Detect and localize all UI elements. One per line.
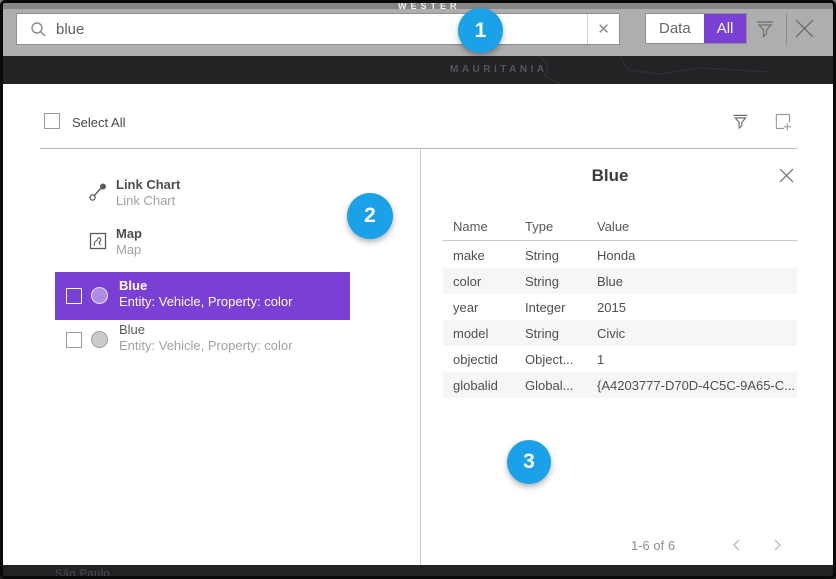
- cell-name: model: [453, 326, 488, 341]
- callout-3: 3: [507, 440, 551, 484]
- cell-name: year: [453, 300, 478, 315]
- chevron-right-icon[interactable]: [770, 538, 784, 552]
- table-row: color String Blue: [443, 268, 797, 294]
- cell-value: {A4203777-D70D-4C5C-9A65-C...: [597, 378, 795, 393]
- cell-type: String: [525, 248, 559, 263]
- search-results-dialog: Select All Link Chart Link Chart Map Map: [0, 84, 836, 565]
- cell-type: Integer: [525, 300, 565, 315]
- scope-option-all[interactable]: All: [704, 14, 747, 43]
- search-icon: [30, 21, 47, 38]
- cell-value: 1: [597, 352, 604, 367]
- column-header-name: Name: [453, 219, 488, 234]
- table-row: make String Honda: [443, 242, 797, 268]
- cell-name: make: [453, 248, 485, 263]
- callout-1: 1: [458, 8, 503, 53]
- cell-value: 2015: [597, 300, 626, 315]
- list-item-blue-selected[interactable]: Blue Entity: Vehicle, Property: color: [55, 272, 350, 320]
- list-item-subtitle: Entity: Vehicle, Property: color: [119, 294, 292, 309]
- table-row: globalid Global... {A4203777-D70D-4C5C-9…: [443, 372, 797, 398]
- list-item-title: Blue: [119, 322, 145, 337]
- add-item-icon[interactable]: [772, 111, 793, 132]
- cell-name: color: [453, 274, 481, 289]
- list-item-title: Link Chart: [116, 177, 180, 192]
- column-header-value: Value: [597, 219, 629, 234]
- pagination-label: 1-6 of 6: [631, 538, 675, 553]
- scope-option-data[interactable]: Data: [646, 14, 704, 43]
- cell-value: Honda: [597, 248, 635, 263]
- panel-divider: [420, 149, 421, 565]
- map-label-sao-paulo: São Paulo: [55, 568, 110, 579]
- close-icon[interactable]: [792, 16, 817, 41]
- detail-table-header: Name Type Value: [443, 216, 797, 240]
- table-row: model String Civic: [443, 320, 797, 346]
- map-icon: [88, 231, 108, 251]
- filter-icon[interactable]: [730, 111, 751, 132]
- callout-2: 2: [347, 193, 393, 239]
- table-header-divider: [443, 240, 797, 241]
- entity-circle-icon: [91, 331, 108, 348]
- list-item-title: Blue: [119, 278, 147, 293]
- list-item-blue[interactable]: Blue Entity: Vehicle, Property: color: [55, 322, 350, 362]
- link-chart-icon: [88, 182, 108, 202]
- cell-type: String: [525, 274, 559, 289]
- table-row: objectid Object... 1: [443, 346, 797, 372]
- table-row: year Integer 2015: [443, 294, 797, 320]
- map-background-band: MAURITANIA: [0, 56, 836, 84]
- detail-table: make String Honda color String Blue year…: [443, 242, 797, 398]
- cell-name: globalid: [453, 378, 498, 393]
- list-item-subtitle: Entity: Vehicle, Property: color: [119, 338, 292, 353]
- search-clear-icon[interactable]: ✕: [587, 14, 619, 44]
- select-all-label: Select All: [72, 115, 125, 130]
- select-all-checkbox[interactable]: [44, 113, 60, 129]
- cell-value: Civic: [597, 326, 625, 341]
- cell-type: Object...: [525, 352, 573, 367]
- cell-type: Global...: [525, 378, 573, 393]
- search-box[interactable]: ✕: [16, 13, 620, 45]
- filter-icon[interactable]: [753, 17, 777, 41]
- search-input[interactable]: [47, 21, 587, 38]
- detail-title: Blue: [443, 166, 777, 186]
- cell-type: String: [525, 326, 559, 341]
- search-scope-toggle: Data All: [645, 13, 747, 44]
- entity-circle-icon: [91, 287, 108, 304]
- map-background-top: WESTER: [0, 0, 836, 9]
- list-item-subtitle: Link Chart: [116, 193, 175, 208]
- cell-value: Blue: [597, 274, 623, 289]
- cell-name: objectid: [453, 352, 498, 367]
- header-divider: [40, 148, 797, 149]
- item-checkbox[interactable]: [66, 332, 82, 348]
- item-checkbox[interactable]: [66, 288, 82, 304]
- map-background-bottom: São Paulo: [0, 565, 836, 579]
- toolbar-divider: [786, 13, 787, 45]
- list-item-title: Map: [116, 226, 142, 241]
- search-toolbar: ✕ Data All: [0, 9, 836, 56]
- chevron-left-icon[interactable]: [730, 538, 744, 552]
- map-label-western: WESTER: [398, 1, 461, 9]
- list-item-subtitle: Map: [116, 242, 141, 257]
- select-all-row: Select All: [0, 84, 836, 148]
- detail-close-icon[interactable]: [777, 166, 796, 185]
- column-header-type: Type: [525, 219, 553, 234]
- app-window: WESTER ✕ Data All MAURITANIA Select: [0, 0, 836, 579]
